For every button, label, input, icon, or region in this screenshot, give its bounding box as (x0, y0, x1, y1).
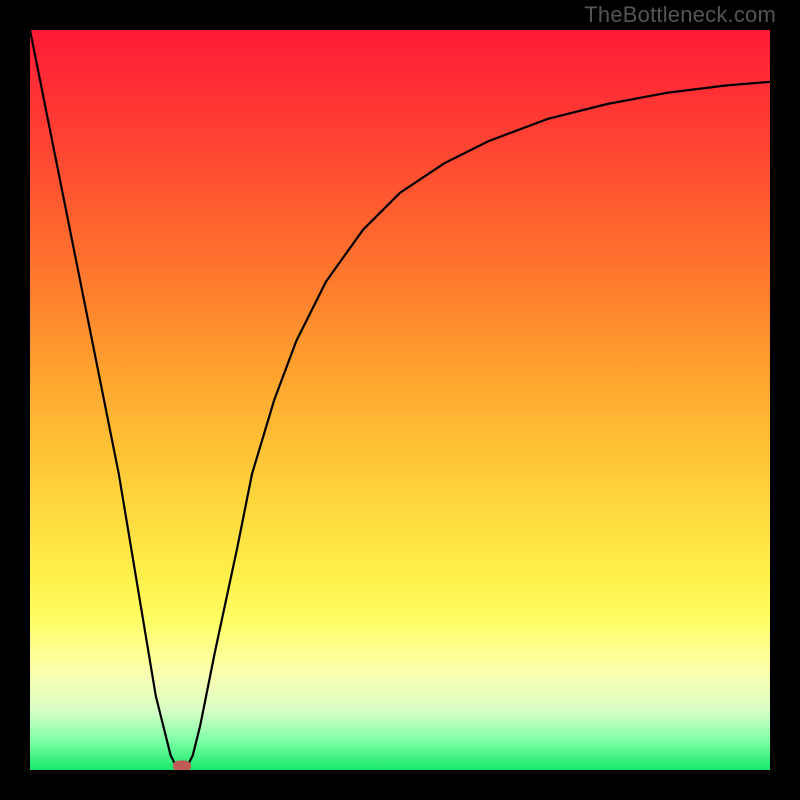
watermark-text: TheBottleneck.com (584, 2, 776, 28)
optimal-marker (173, 761, 191, 771)
chart-frame: TheBottleneck.com (0, 0, 800, 800)
plot-area (30, 30, 770, 770)
bottleneck-curve (30, 30, 770, 770)
